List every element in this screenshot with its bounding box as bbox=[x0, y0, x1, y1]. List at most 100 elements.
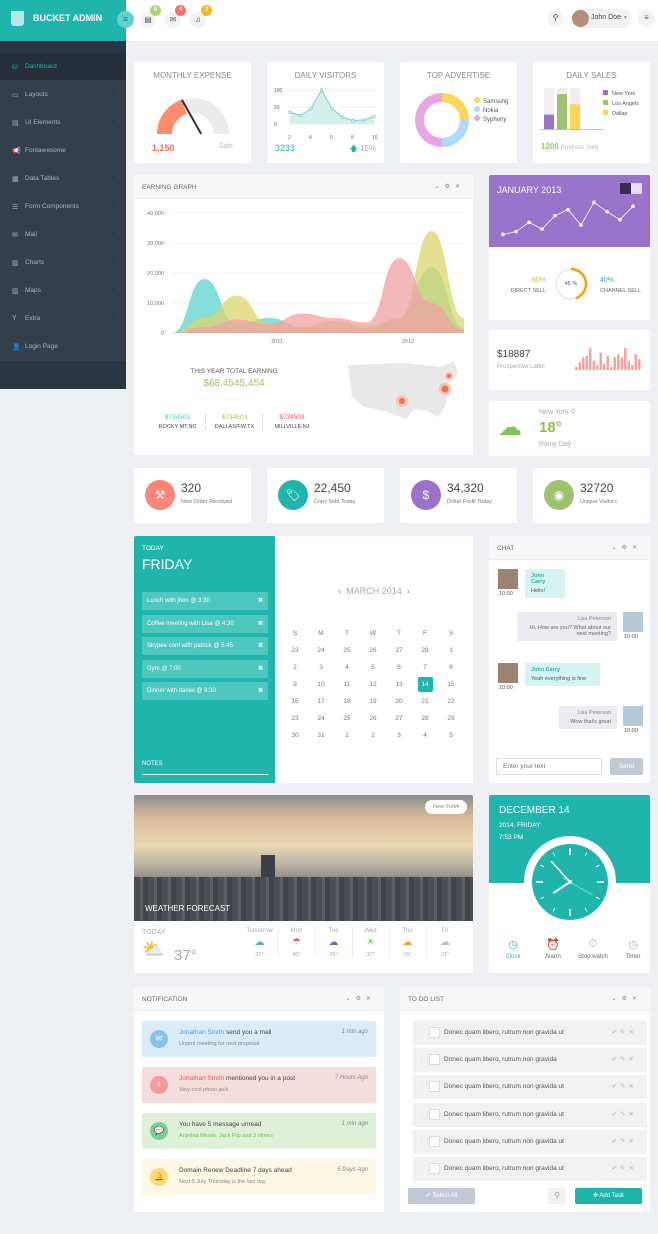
select-all-button[interactable]: ✔ Select All bbox=[408, 1188, 475, 1204]
clock-tab-clock[interactable]: ◷ Clock bbox=[493, 938, 533, 960]
calendar-day[interactable]: 24 bbox=[308, 642, 334, 659]
notification-item[interactable]: ✉ Jonathan Smith send you a mail Urgent me… bbox=[142, 1021, 376, 1057]
close-icon[interactable]: ✕ bbox=[632, 545, 642, 551]
sidebar-toggle-button[interactable]: ≡ bbox=[117, 11, 134, 28]
delete-icon[interactable]: ✕ bbox=[629, 1111, 637, 1118]
collapse-icon[interactable]: ⌄ bbox=[346, 996, 356, 1002]
calendar-day[interactable]: 15 bbox=[438, 676, 464, 693]
check-icon[interactable]: ✔ bbox=[612, 1056, 620, 1063]
notification-item[interactable]: 💬 You have 5 message unread Anjelina Mewlo… bbox=[142, 1113, 376, 1149]
collapse-icon[interactable]: ⌄ bbox=[612, 996, 622, 1002]
event-item[interactable]: Gym @ 7:00 ✖ bbox=[142, 659, 268, 678]
calendar-day[interactable]: 8 bbox=[438, 659, 464, 676]
close-icon[interactable]: ✕ bbox=[455, 184, 465, 190]
clock-tab-alarm[interactable]: ⏰ Alarm bbox=[533, 938, 573, 960]
sidebar-item-dashboard[interactable]: ⛁ Dashboard bbox=[0, 53, 126, 81]
calendar-day[interactable]: 27 bbox=[386, 642, 412, 659]
usa-map[interactable] bbox=[344, 357, 464, 432]
edit-icon[interactable]: ✎ bbox=[620, 1165, 628, 1172]
remove-event-icon[interactable]: ✖ bbox=[258, 687, 263, 694]
check-icon[interactable]: ✔ bbox=[612, 1165, 620, 1172]
calendar-day[interactable]: 10 bbox=[308, 676, 334, 693]
check-icon[interactable]: ✔ bbox=[612, 1083, 620, 1090]
calendar-day[interactable]: 5 bbox=[438, 727, 464, 744]
calendar-day[interactable]: 18 bbox=[334, 693, 360, 710]
city-select[interactable]: New York▾ bbox=[425, 800, 467, 814]
calendar-day[interactable]: 5 bbox=[360, 659, 386, 676]
calendar-day[interactable]: 22 bbox=[438, 693, 464, 710]
remove-event-icon[interactable]: ✖ bbox=[258, 597, 263, 604]
event-item[interactable]: Coffee meeting with Lisa @ 4:30 ✖ bbox=[142, 614, 268, 633]
close-icon[interactable]: ✕ bbox=[632, 996, 642, 1002]
edit-icon[interactable]: ✎ bbox=[620, 1029, 628, 1036]
notification-sender[interactable]: Jonathan Smith bbox=[179, 1075, 224, 1082]
calendar-day[interactable]: 23 bbox=[282, 642, 308, 659]
calendar-day[interactable]: 4 bbox=[412, 727, 438, 744]
notification-item[interactable]: 🔔 Domain Renew Deadline 7 days ahead Next … bbox=[142, 1159, 376, 1195]
chart-type-toggle[interactable] bbox=[620, 183, 642, 194]
delete-icon[interactable]: ✕ bbox=[629, 1138, 637, 1145]
calendar-day[interactable]: 17 bbox=[308, 693, 334, 710]
calendar-day[interactable]: 25 bbox=[334, 710, 360, 727]
todo-checkbox[interactable] bbox=[429, 1163, 440, 1174]
calendar-day[interactable]: 3 bbox=[308, 659, 334, 676]
calendar-day[interactable]: 4 bbox=[334, 659, 360, 676]
calendar-day[interactable]: 16 bbox=[282, 693, 308, 710]
calendar-day[interactable]: 20 bbox=[386, 693, 412, 710]
notification-item[interactable]: f Jonathan Smith mentioned you in a post V… bbox=[142, 1067, 376, 1103]
delete-icon[interactable]: ✕ bbox=[629, 1056, 637, 1063]
calendar-day[interactable]: 1 bbox=[334, 727, 360, 744]
event-item[interactable]: Dinner with daniel @ 9:30 ✖ bbox=[142, 682, 268, 700]
calendar-day[interactable]: 19 bbox=[360, 693, 386, 710]
calendar-day[interactable]: 1 bbox=[438, 642, 464, 659]
check-icon[interactable]: ✔ bbox=[612, 1111, 620, 1118]
gear-icon[interactable]: ⚙ bbox=[356, 996, 366, 1002]
notes-input[interactable] bbox=[142, 774, 268, 775]
todo-checkbox[interactable] bbox=[429, 1054, 440, 1066]
edit-icon[interactable]: ✎ bbox=[620, 1111, 628, 1118]
calendar-day[interactable]: 2 bbox=[282, 659, 308, 676]
sidebar-item-ui-elements[interactable]: ▤ UI Elements › bbox=[0, 109, 126, 137]
send-button[interactable]: Send bbox=[610, 758, 643, 775]
calendar-day[interactable]: 25 bbox=[334, 642, 360, 659]
calendar-day[interactable]: 9 bbox=[282, 676, 308, 693]
sidebar-item-form-components[interactable]: ☰ Form Components › bbox=[0, 193, 126, 221]
calendar-day[interactable]: 23 bbox=[282, 710, 308, 727]
collapse-icon[interactable]: ⌄ bbox=[435, 184, 445, 190]
event-item[interactable]: Skypee conf with patrick @ 5:45 ✖ bbox=[142, 637, 268, 655]
todo-checkbox[interactable] bbox=[429, 1108, 440, 1120]
menu-icon[interactable]: ≡ bbox=[638, 10, 655, 27]
event-item[interactable]: Lunch with jhon @ 3:30 ✖ bbox=[142, 592, 268, 610]
edit-icon[interactable]: ✎ bbox=[620, 1056, 628, 1063]
calendar-day[interactable]: 27 bbox=[386, 710, 412, 727]
sidebar-item-maps[interactable]: ▥ Maps › bbox=[0, 277, 126, 305]
calendar-day[interactable]: 2 bbox=[360, 727, 386, 744]
delete-icon[interactable]: ✕ bbox=[629, 1083, 637, 1090]
remove-event-icon[interactable]: ✖ bbox=[258, 642, 263, 649]
calendar-day-selected[interactable]: 14 bbox=[412, 676, 438, 693]
gear-icon[interactable]: ⚙ bbox=[445, 184, 455, 190]
clock-tab-timer[interactable]: ◷ Timer bbox=[613, 938, 653, 960]
sidebar-item-extra[interactable]: Y Extra › bbox=[0, 305, 126, 333]
calendar-day[interactable]: 24 bbox=[308, 710, 334, 727]
check-icon[interactable]: ✔ bbox=[612, 1029, 620, 1036]
sidebar-item-mail[interactable]: ✉ Mail › bbox=[0, 221, 126, 249]
delete-icon[interactable]: ✕ bbox=[629, 1029, 637, 1036]
calendar-day[interactable]: 6 bbox=[386, 659, 412, 676]
sidebar-item-charts[interactable]: ▥ Charts › bbox=[0, 249, 126, 277]
edit-icon[interactable]: ✎ bbox=[620, 1083, 628, 1090]
add-task-button[interactable]: ✚ Add Task bbox=[575, 1188, 642, 1204]
edit-icon[interactable]: ✎ bbox=[620, 1138, 628, 1145]
calendar-day[interactable]: 12 bbox=[360, 676, 386, 693]
delete-icon[interactable]: ✕ bbox=[629, 1165, 637, 1172]
check-icon[interactable]: ✔ bbox=[612, 1138, 620, 1145]
todo-checkbox[interactable] bbox=[429, 1135, 440, 1147]
calendar-day[interactable]: 31 bbox=[308, 727, 334, 744]
calendar-day[interactable]: 26 bbox=[360, 710, 386, 727]
chat-input[interactable] bbox=[496, 758, 602, 775]
remove-event-icon[interactable]: ✖ bbox=[258, 665, 263, 672]
todo-checkbox[interactable] bbox=[429, 1027, 440, 1038]
todo-checkbox[interactable] bbox=[429, 1081, 440, 1093]
calendar-day[interactable]: 28 bbox=[412, 642, 438, 659]
calendar-day[interactable]: 29 bbox=[438, 710, 464, 727]
